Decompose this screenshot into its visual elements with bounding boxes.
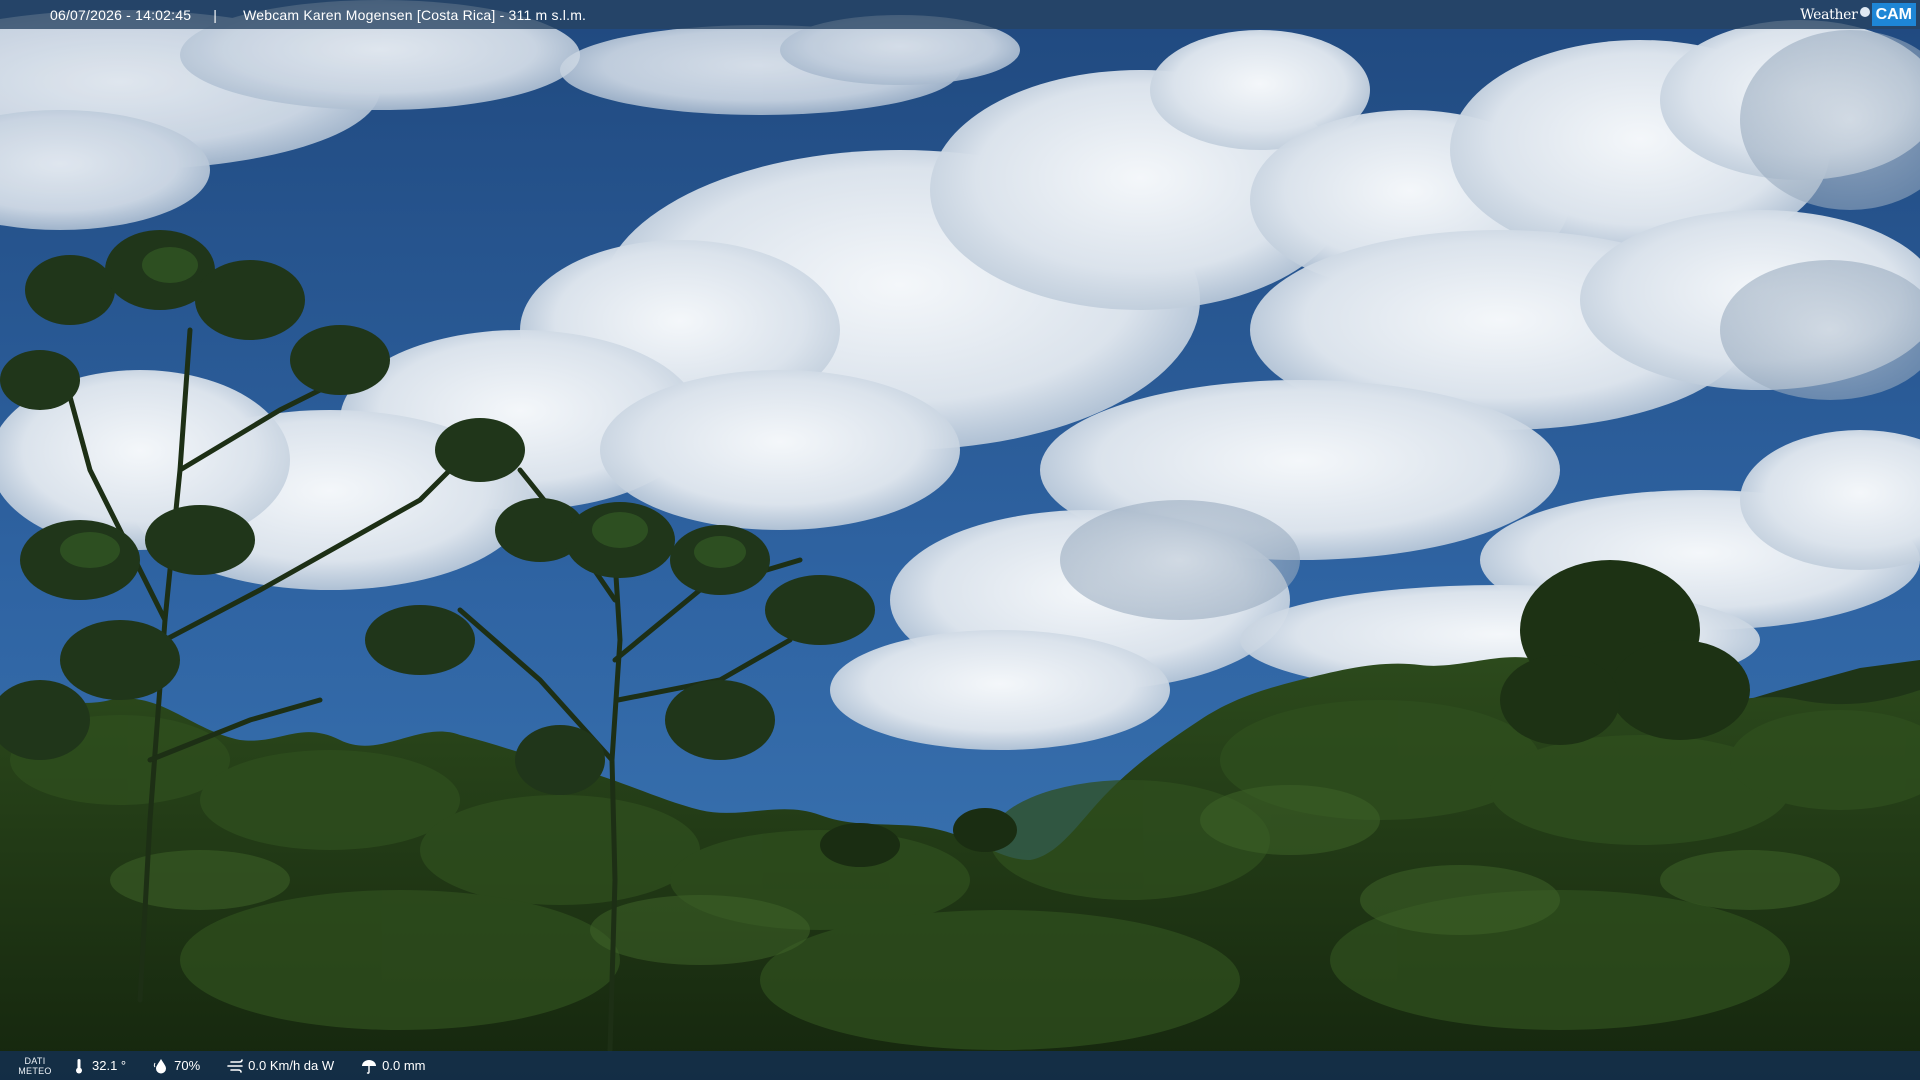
label-line1: DATI: [24, 1055, 46, 1066]
temperature-stat: 32.1 °: [70, 1057, 126, 1075]
wind-value: 0.0 Km/h da W: [248, 1058, 335, 1073]
header-bar: 06/07/2026 - 14:02:45 | Webcam Karen Mog…: [0, 0, 1920, 29]
logo-weather-text: Weather: [1800, 6, 1858, 23]
wind-stat: 0.0 Km/h da W: [226, 1057, 334, 1075]
webcam-image: [0, 0, 1920, 1080]
humidity-stat: 70%: [152, 1057, 200, 1075]
humidity-value: 70%: [174, 1058, 201, 1073]
rain-umbrella-icon: [360, 1057, 378, 1075]
webcam-frame: 06/07/2026 - 14:02:45 | Webcam Karen Mog…: [0, 0, 1920, 1080]
weathercam-logo[interactable]: Weather CAM: [1800, 0, 1920, 29]
rain-stat: 0.0 mm: [360, 1057, 425, 1075]
logo-cam-text: CAM: [1871, 3, 1916, 26]
header-separator: |: [213, 6, 218, 23]
capture-datetime: 06/07/2026 - 14:02:45: [50, 6, 192, 23]
humidity-drop-icon: [152, 1057, 170, 1075]
logo-dot-icon: [1859, 6, 1870, 17]
weather-data-bar: DATI METEO 32.1 ° 70% 0.0 Km/h da W 0.0 …: [0, 1051, 1920, 1080]
webcam-title: Webcam Karen Mogensen [Costa Rica] - 311…: [243, 6, 587, 23]
label-line2: METEO: [18, 1065, 52, 1076]
rain-value: 0.0 mm: [382, 1058, 426, 1073]
thermometer-icon: [70, 1057, 88, 1075]
wind-icon: [226, 1057, 244, 1075]
temperature-value: 32.1 °: [92, 1058, 127, 1073]
weather-data-label: DATI METEO: [0, 1056, 70, 1076]
